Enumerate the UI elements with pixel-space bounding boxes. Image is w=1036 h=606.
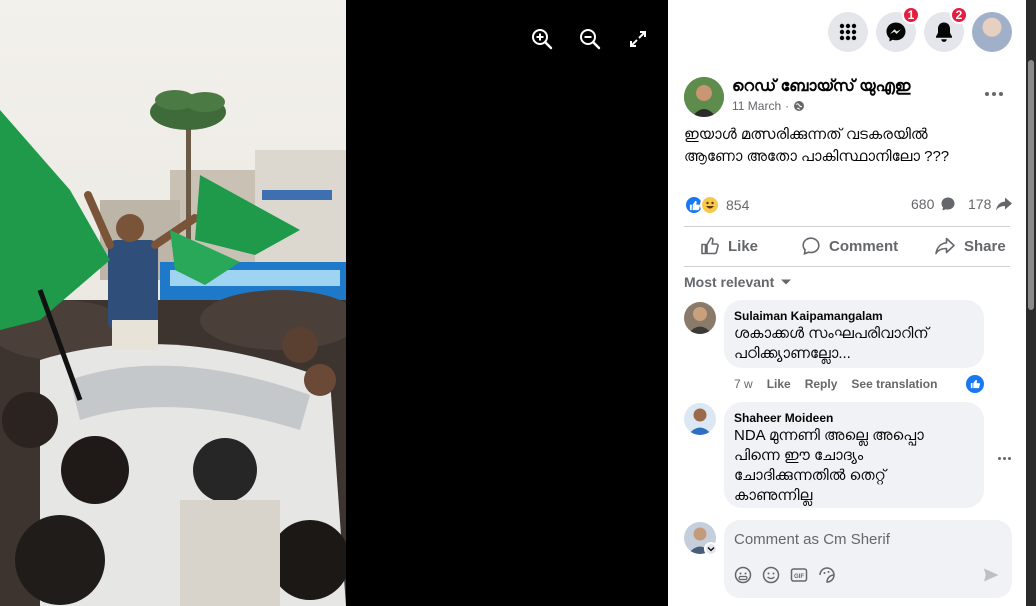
avatar-sticker-icon[interactable] xyxy=(734,566,752,584)
share-button[interactable]: Share xyxy=(934,236,1006,256)
reactions-count: 854 xyxy=(726,197,750,213)
comment-text-line: പിന്നെ ഈ ചോദ്യം xyxy=(734,447,864,464)
commenter-name[interactable]: Sulaiman Kaipamangalam xyxy=(734,309,883,323)
composer-tools: GIF xyxy=(734,566,836,584)
comment-text-line: ചോദിക്കുന്നതിൽ തെറ്റ് xyxy=(734,467,886,484)
post-photo[interactable] xyxy=(0,0,346,606)
comment-age[interactable]: 7 w xyxy=(734,377,753,391)
see-translation-link[interactable]: See translation xyxy=(851,377,937,391)
share-label: Share xyxy=(964,237,1006,255)
zoom-out-icon[interactable] xyxy=(575,24,605,54)
messenger-badge: 1 xyxy=(902,6,920,24)
comment-button[interactable]: Comment xyxy=(801,236,898,256)
comment-bubble: Shaheer Moideen NDA മുന്നണി അല്ലെ അപ്പൊ … xyxy=(724,402,984,508)
comment-text-line: ശകാക്കൾ സംഘപരിവാറിന് xyxy=(734,325,929,342)
reactions-summary[interactable]: 854 xyxy=(684,195,749,215)
haha-reaction-icon xyxy=(700,195,720,215)
emoji-icon[interactable] xyxy=(762,566,780,584)
post-text-line: ആണോ അതോ പാകിസ്ഥാനിലോ ??? xyxy=(684,148,950,165)
chevron-down-icon[interactable] xyxy=(704,542,718,556)
like-button[interactable]: Like xyxy=(700,236,758,256)
thumbs-up-icon xyxy=(701,237,719,255)
sticker-icon[interactable] xyxy=(818,566,836,584)
post-meta: 11 March · xyxy=(732,99,805,113)
fullscreen-icon[interactable] xyxy=(623,24,653,54)
profile-avatar-button[interactable] xyxy=(972,12,1012,52)
meta-separator: · xyxy=(785,99,790,113)
comment-reply-link[interactable]: Reply xyxy=(805,377,838,391)
like-label: Like xyxy=(728,237,759,255)
post-text: ഇയാൾ മത്സരിക്കുന്നത് വടകരയിൽ ആണോ അതോ പാക… xyxy=(684,124,949,168)
divider xyxy=(684,226,1010,227)
zoom-in-icon[interactable] xyxy=(527,24,557,54)
comments-count: 680 xyxy=(911,196,935,212)
photo-viewer xyxy=(0,0,668,606)
comment-label: Comment xyxy=(829,237,899,255)
messenger-icon xyxy=(886,22,906,42)
post-date[interactable]: 11 March xyxy=(732,99,781,113)
post-text-line: ഇയാൾ മത്സരിക്കുന്നത് വടകരയിൽ xyxy=(684,126,928,143)
panel-scrollbar[interactable] xyxy=(1026,0,1036,606)
comments-count-link[interactable]: 680 xyxy=(911,196,956,212)
menu-button[interactable] xyxy=(828,12,868,52)
comment-icon xyxy=(802,237,820,256)
share-arrow-icon xyxy=(996,197,1013,211)
comment-text-line: NDA മുന്നണി അല്ലെ അപ്പൊ xyxy=(734,427,924,444)
gif-icon[interactable]: GIF xyxy=(790,566,808,584)
scrollbar-thumb[interactable] xyxy=(1028,60,1034,310)
comment-text: ശകാക്കൾ സംഘപരിവാറിന് പഠിക്ക്യാണല്ലോ... xyxy=(734,324,929,364)
comment-input[interactable]: Comment as Cm Sherif GIF xyxy=(724,520,1012,598)
shares-count-link[interactable]: 178 xyxy=(968,196,1013,212)
comment-sort-dropdown[interactable]: Most relevant xyxy=(684,274,792,290)
comment-like-reaction-icon[interactable] xyxy=(966,375,984,393)
notifications-badge: 2 xyxy=(950,6,968,24)
author-avatar[interactable] xyxy=(684,77,724,117)
comment-text-line: കാണുന്നില്ല xyxy=(734,487,813,504)
notifications-button[interactable]: 2 xyxy=(924,6,968,52)
globe-icon xyxy=(794,101,805,111)
bell-icon xyxy=(936,22,952,42)
comment-bubble: Sulaiman Kaipamangalam ശകാക്കൾ സംഘപരിവാറ… xyxy=(724,300,984,368)
post-options-button[interactable] xyxy=(978,84,1010,104)
divider xyxy=(684,266,1010,267)
grid-menu-icon xyxy=(839,23,857,41)
comment-input-placeholder: Comment as Cm Sherif xyxy=(734,531,890,548)
commenter-name[interactable]: Shaheer Moideen xyxy=(734,411,833,425)
share-icon xyxy=(935,237,955,255)
comment-like-link[interactable]: Like xyxy=(767,377,791,391)
comment-options-button[interactable] xyxy=(994,452,1014,464)
avatar xyxy=(972,12,1012,52)
post-author-name[interactable]: റെഡ് ബോയ്സ് യുഎഇ xyxy=(732,78,911,96)
shares-count: 178 xyxy=(968,196,992,212)
caret-down-icon xyxy=(781,279,792,285)
send-icon[interactable] xyxy=(982,566,1000,584)
comment-text-line: പഠിക്ക്യാണല്ലോ... xyxy=(734,345,851,362)
rally-photo-illustration xyxy=(0,0,346,606)
svg-text:GIF: GIF xyxy=(794,574,804,580)
commenter-avatar[interactable] xyxy=(684,302,716,334)
sort-label: Most relevant xyxy=(684,274,775,290)
comment-text: NDA മുന്നണി അല്ലെ അപ്പൊ പിന്നെ ഈ ചോദ്യം … xyxy=(734,426,924,506)
comment-bubble-icon xyxy=(941,197,955,211)
comment-actions: 7 w Like Reply See translation xyxy=(734,377,937,391)
commenter-avatar[interactable] xyxy=(684,403,716,435)
post-panel: 1 2 റെഡ് ബോയ്സ് യുഎഇ 11 March · ഇയാൾ മത്… xyxy=(668,0,1026,606)
messenger-button[interactable]: 1 xyxy=(876,6,920,52)
